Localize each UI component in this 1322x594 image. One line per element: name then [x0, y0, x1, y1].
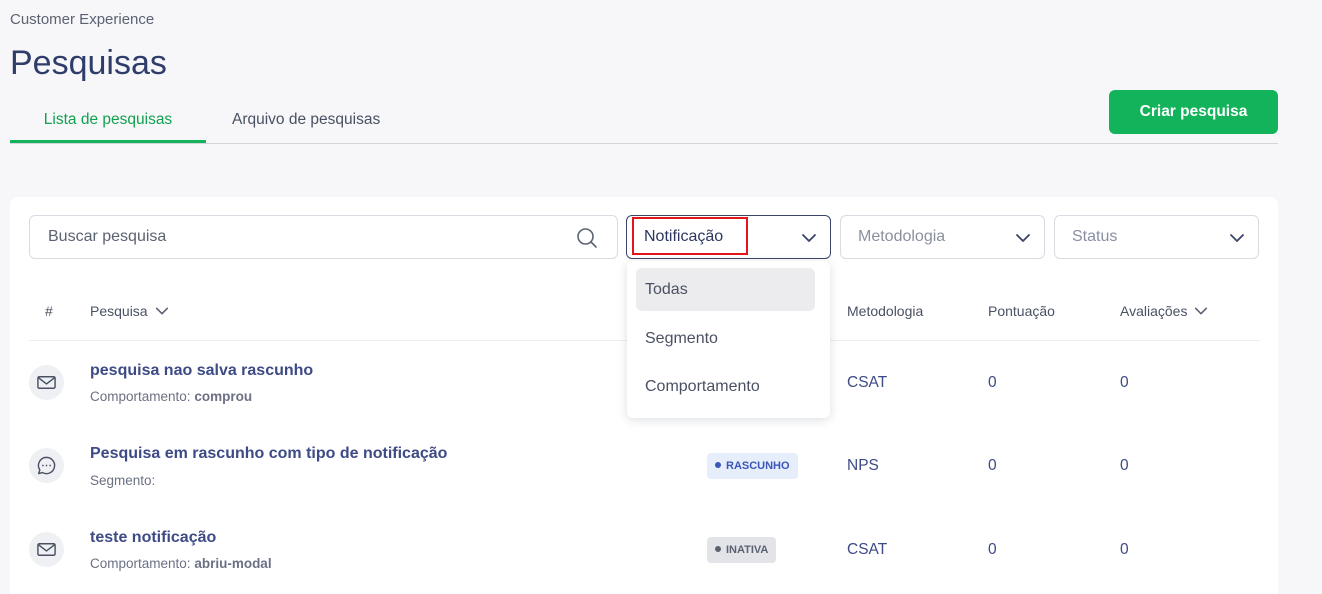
create-survey-button[interactable]: Criar pesquisa: [1109, 90, 1278, 134]
chevron-down-icon[interactable]: [154, 303, 170, 319]
reviews-cell: 0: [1120, 374, 1129, 391]
dropdown-option-segmento[interactable]: Segmento: [636, 317, 815, 360]
status-badge-label: INATIVA: [726, 544, 769, 556]
mail-icon: [29, 365, 64, 400]
search-box: [29, 215, 618, 259]
status-badge: INATIVA: [707, 537, 777, 563]
chat-bubble-icon: [29, 448, 64, 483]
page-title: Pesquisas: [10, 44, 167, 82]
highlight-box: [632, 217, 748, 255]
column-header-index: #: [45, 303, 53, 319]
status-select[interactable]: Status: [1054, 215, 1259, 259]
methodology-cell: NPS: [847, 457, 879, 474]
score-cell: 0: [988, 541, 997, 558]
methodology-select[interactable]: Metodologia: [840, 215, 1045, 259]
tab-lista-de-pesquisas[interactable]: Lista de pesquisas: [10, 102, 206, 143]
trigger-label: Comportamento:: [90, 556, 191, 571]
survey-trigger: Segmento:: [90, 473, 155, 488]
score-cell: 0: [988, 374, 997, 391]
search-input[interactable]: [31, 217, 571, 257]
status-select-placeholder: Status: [1072, 228, 1118, 245]
survey-trigger: Comportamento: abriu-modal: [90, 556, 272, 571]
notification-dropdown-menu: Todas Segmento Comportamento: [627, 261, 830, 418]
survey-title[interactable]: Pesquisa em rascunho com tipo de notific…: [90, 445, 447, 463]
chevron-down-icon: [1230, 234, 1244, 242]
mail-icon: [29, 532, 64, 567]
tab-arquivo-de-pesquisas[interactable]: Arquivo de pesquisas: [232, 102, 380, 143]
trigger-value: comprou: [194, 389, 253, 404]
search-icon[interactable]: [575, 226, 599, 250]
column-header-pesquisa-label: Pesquisa: [90, 303, 148, 319]
methodology-select-placeholder: Metodologia: [858, 228, 946, 245]
column-header-avaliacoes-label: Avaliações: [1120, 303, 1188, 319]
survey-title[interactable]: teste notificação: [90, 529, 216, 547]
dropdown-option-comportamento[interactable]: Comportamento: [636, 365, 815, 408]
trigger-label: Segmento:: [90, 473, 156, 488]
reviews-cell: 0: [1120, 541, 1129, 558]
methodology-cell: CSAT: [847, 541, 888, 558]
chevron-down-icon[interactable]: [1193, 303, 1209, 319]
column-header-pontuacao: Pontuação: [988, 303, 1055, 319]
reviews-cell: 0: [1120, 457, 1129, 474]
breadcrumb: Customer Experience: [10, 11, 155, 28]
column-header-avaliacoes[interactable]: Avaliações: [1120, 303, 1209, 319]
tabs-bar: Lista de pesquisas Arquivo de pesquisas: [10, 102, 1278, 144]
dropdown-option-todas[interactable]: Todas: [636, 268, 815, 311]
methodology-cell: CSAT: [847, 374, 888, 391]
survey-title[interactable]: pesquisa nao salva rascunho: [90, 362, 313, 380]
column-header-metodologia: Metodologia: [847, 303, 924, 319]
column-header-pesquisa[interactable]: Pesquisa: [90, 303, 170, 319]
survey-trigger: Comportamento: comprou: [90, 389, 252, 404]
trigger-label: Comportamento:: [90, 389, 191, 404]
status-badge: RASCUNHO: [707, 453, 798, 479]
status-badge-label: RASCUNHO: [726, 460, 790, 472]
trigger-value: abriu-modal: [194, 556, 272, 571]
chevron-down-icon: [802, 234, 816, 242]
score-cell: 0: [988, 457, 997, 474]
chevron-down-icon: [1016, 234, 1030, 242]
